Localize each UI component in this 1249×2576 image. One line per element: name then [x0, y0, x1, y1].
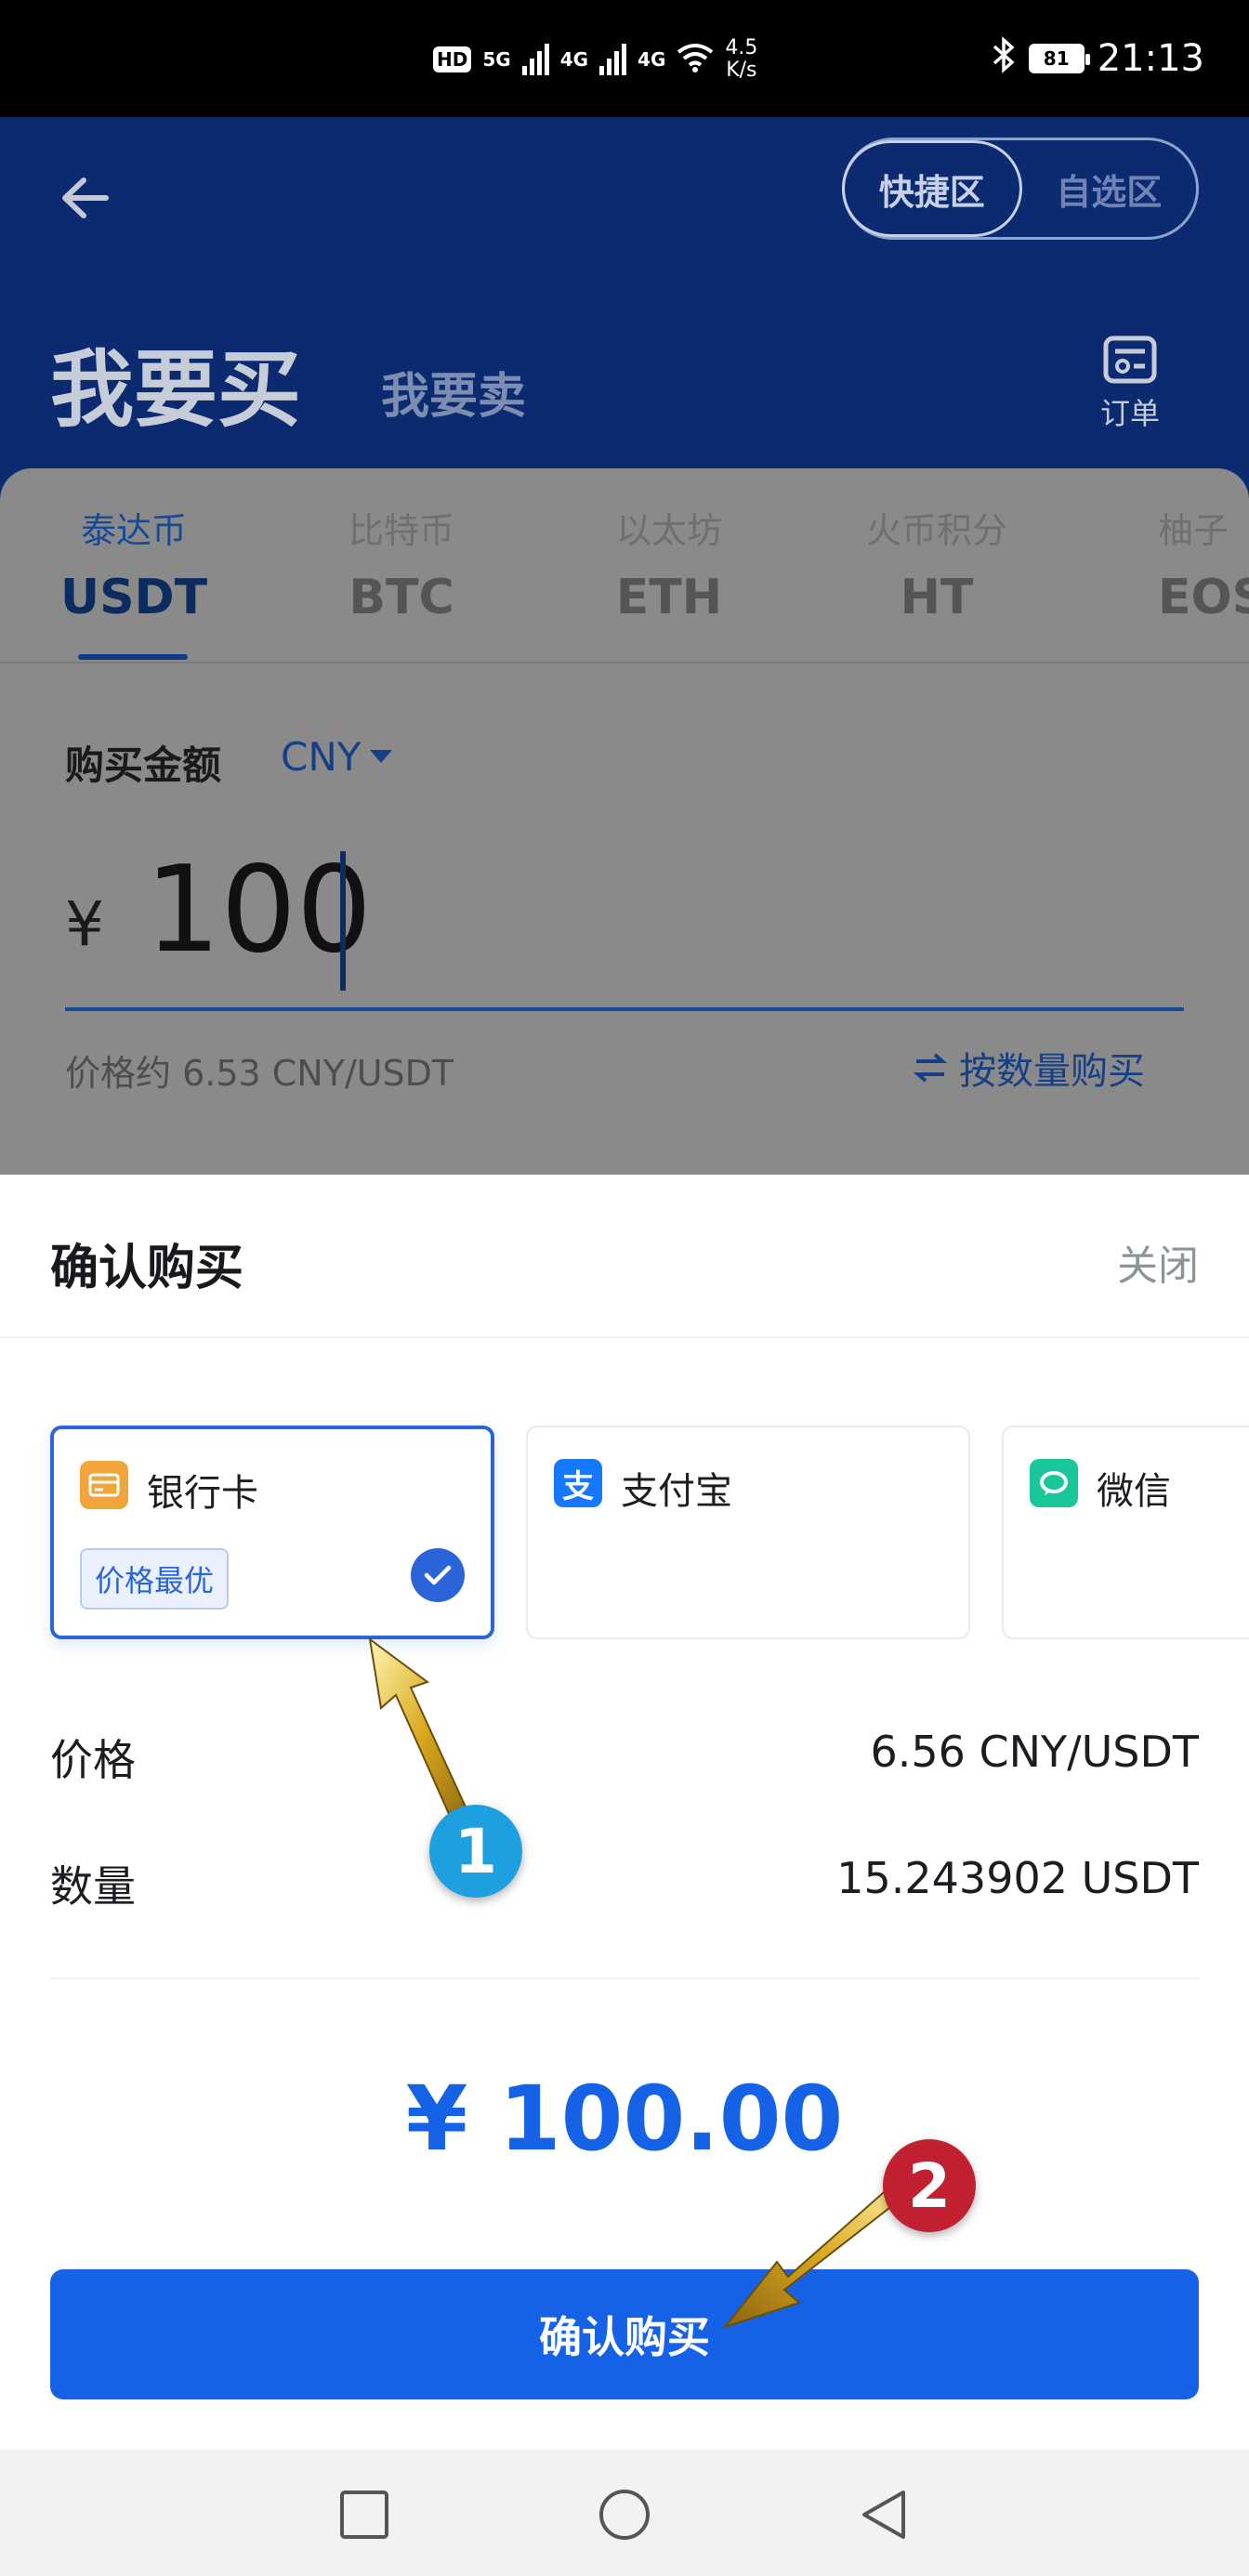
- sheet-divider: [0, 1336, 1249, 1338]
- currency-select[interactable]: CNY: [281, 734, 393, 780]
- wifi-icon: [677, 43, 714, 77]
- net-speed: 4.5 K/s: [725, 36, 758, 82]
- zone-quick-tab[interactable]: 快捷区: [842, 140, 1022, 237]
- buy-tab[interactable]: 我要买: [50, 322, 301, 442]
- approx-price: 价格约 6.53 CNY/USDT: [65, 1053, 454, 1094]
- net-4g-label: 4G: [559, 48, 589, 71]
- bank-card-icon: [80, 1461, 128, 1509]
- wechat-icon: [1030, 1459, 1078, 1507]
- hd-badge: HD: [433, 46, 472, 72]
- signal-4g-icon: [599, 44, 627, 75]
- buy-by-quantity-link[interactable]: 按数量购买: [913, 1041, 1145, 1095]
- sheet-title: 确认购买: [50, 1241, 244, 1296]
- back-nav-icon[interactable]: [857, 2487, 913, 2543]
- check-icon: [411, 1548, 465, 1602]
- coin-tab-btc[interactable]: 比特币 BTC: [309, 502, 494, 625]
- step-2-badge: 2: [883, 2139, 976, 2232]
- caret-down-icon: [370, 749, 393, 763]
- buy-form-panel: 泰达币 USDT 比特币 BTC 以太坊 ETH 火币积分 HT 柚子 EOS …: [0, 468, 1249, 1175]
- system-nav-bar: [0, 2450, 1249, 2576]
- signal-5g-icon: [521, 44, 549, 75]
- yen-symbol: ¥: [65, 888, 104, 960]
- input-underline: [65, 1007, 1184, 1011]
- net-4g2-label: 4G: [638, 48, 666, 71]
- close-button[interactable]: 关闭: [1117, 1232, 1199, 1292]
- coin-tab-ht[interactable]: 火币积分 HT: [844, 502, 1030, 625]
- back-arrow-icon[interactable]: [54, 165, 119, 230]
- step-1-badge: 1: [429, 1805, 522, 1898]
- clock: 21:13: [1097, 37, 1204, 80]
- recent-apps-icon[interactable]: [336, 2487, 392, 2543]
- orders-button[interactable]: 订单: [1089, 335, 1171, 433]
- quantity-label: 数量: [50, 1861, 136, 1912]
- sheet-divider-2: [50, 1978, 1199, 1979]
- coin-tab-eos-clip: 柚子 EOS: [1111, 468, 1249, 654]
- zone-toggle: 快捷区 自选区: [842, 138, 1199, 240]
- zone-custom-tab[interactable]: 自选区: [1022, 140, 1197, 237]
- price-value: 6.56 CNY/USDT: [870, 1727, 1199, 1777]
- net-5g-label: 5G: [482, 48, 511, 71]
- coin-tabs: 泰达币 USDT 比特币 BTC 以太坊 ETH 火币积分 HT 柚子 EOS: [0, 468, 1249, 664]
- coin-tab-eth[interactable]: 以太坊 ETH: [576, 502, 762, 625]
- best-price-badge: 价格最优: [80, 1548, 230, 1610]
- payment-name: 微信: [1097, 1470, 1171, 1513]
- coin-tab-usdt[interactable]: 泰达币 USDT: [41, 502, 227, 625]
- text-cursor: [340, 851, 346, 991]
- total-amount: ¥ 100.00: [405, 2067, 844, 2171]
- confirm-purchase-button[interactable]: 确认购买: [50, 2269, 1199, 2399]
- status-bar: HD 5G 4G 4G 4.5 K/s 81 21:13: [0, 0, 1249, 117]
- amount-label: 购买金额: [65, 743, 222, 788]
- payment-bank-card[interactable]: 银行卡 价格最优: [50, 1426, 494, 1639]
- quantity-value: 15.243902 USDT: [836, 1853, 1199, 1903]
- home-icon[interactable]: [597, 2487, 652, 2543]
- alipay-icon: 支: [554, 1459, 602, 1507]
- coin-tab-eos[interactable]: 柚子 EOS: [1111, 502, 1249, 625]
- status-right: 81 21:13: [992, 35, 1204, 82]
- amount-input[interactable]: [145, 840, 981, 979]
- battery-icon: 81: [1028, 44, 1090, 73]
- orders-label: 订单: [1099, 396, 1160, 431]
- orders-icon: [1103, 335, 1157, 384]
- payment-alipay[interactable]: 支 支付宝: [526, 1426, 970, 1639]
- swap-icon: [913, 1053, 948, 1083]
- payment-wechat[interactable]: 微信: [1002, 1426, 1249, 1639]
- bluetooth-icon: [992, 35, 1016, 82]
- payment-name: 支付宝: [621, 1470, 732, 1513]
- status-left: HD 5G 4G 4G 4.5 K/s: [433, 32, 757, 87]
- sell-tab[interactable]: 我要卖: [381, 357, 526, 427]
- active-coin-indicator: [78, 654, 188, 660]
- price-label: 价格: [50, 1735, 136, 1785]
- payment-name: 银行卡: [147, 1472, 258, 1515]
- confirm-purchase-sheet: 确认购买 关闭 银行卡 价格最优 支 支付宝 微信 价格 6.56 CNY/US…: [0, 1175, 1249, 2450]
